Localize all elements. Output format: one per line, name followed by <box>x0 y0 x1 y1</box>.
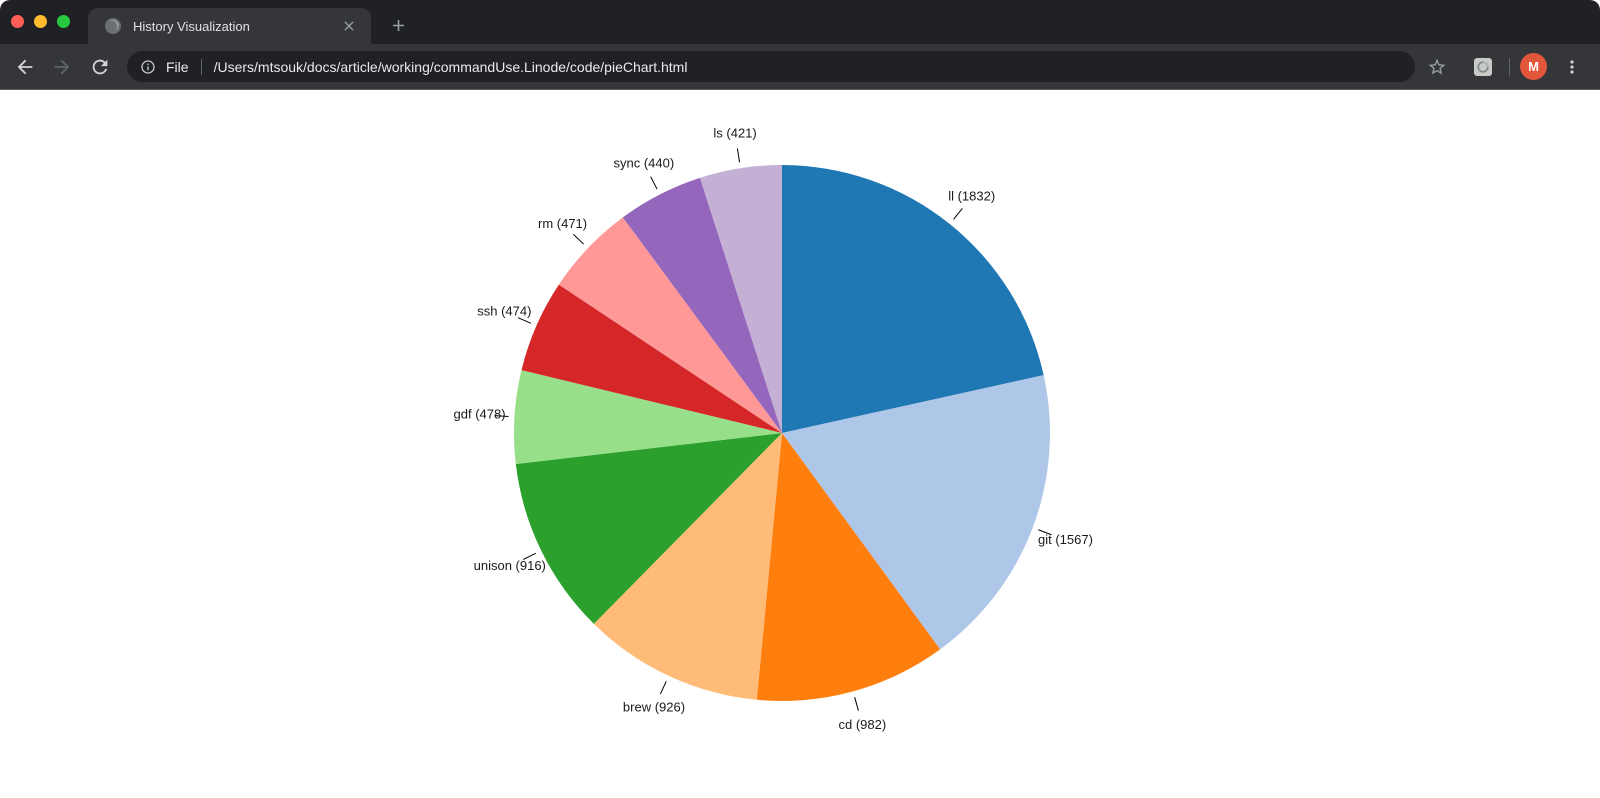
reload-button[interactable] <box>89 56 111 78</box>
profile-avatar[interactable]: M <box>1520 53 1547 80</box>
kebab-menu-icon <box>1562 57 1582 77</box>
slice-label-unison: unison (916) <box>474 558 546 573</box>
browser-toolbar: File /Users/mtsouk/docs/article/working/… <box>0 44 1600 90</box>
minimize-window-button[interactable] <box>34 15 47 28</box>
slice-label-ll: ll (1832) <box>948 189 995 204</box>
page-content: ll (1832) git (1567) cd (982) brew (926) uni… <box>0 90 1600 793</box>
bookmark-star-icon[interactable] <box>1427 57 1447 77</box>
slice-label-brew: brew (926) <box>623 700 685 715</box>
arrow-right-icon <box>51 56 73 78</box>
browser-tab[interactable]: History Visualization <box>88 8 371 44</box>
label-tick-brew <box>660 681 666 694</box>
slice-label-ssh: ssh (474) <box>477 304 531 319</box>
toolbar-separator <box>1509 58 1510 76</box>
url-separator <box>201 59 202 75</box>
slice-label-rm: rm (471) <box>538 216 587 231</box>
label-tick-ll <box>954 208 963 219</box>
url-path-text: /Users/mtsouk/docs/article/working/comma… <box>214 59 688 75</box>
browser-window: History Visualization <box>0 0 1600 793</box>
new-tab-button[interactable] <box>384 11 412 39</box>
arrow-left-icon <box>14 56 36 78</box>
pie-chart: ll (1832) git (1567) cd (982) brew (926) uni… <box>0 90 1600 793</box>
slice-label-sync: sync (440) <box>613 155 674 170</box>
window-controls <box>11 15 70 28</box>
back-button[interactable] <box>14 56 36 78</box>
refresh-icon <box>89 56 111 78</box>
zoom-window-button[interactable] <box>57 15 70 28</box>
browser-menu-button[interactable] <box>1562 57 1582 77</box>
extension-glyph-icon <box>1476 60 1490 74</box>
slice-label-ls: ls (421) <box>713 126 756 141</box>
slice-label-gdf: gdf (478) <box>454 407 506 422</box>
extension-icon[interactable] <box>1474 58 1492 76</box>
label-tick-rm <box>573 234 583 244</box>
forward-button[interactable] <box>51 56 73 78</box>
label-tick-cd <box>855 697 859 711</box>
url-scheme-label: File <box>166 59 189 75</box>
label-tick-ls <box>737 148 739 162</box>
tab-bar: History Visualization <box>0 0 1600 44</box>
slice-label-git: git (1567) <box>1038 532 1093 547</box>
close-tab-icon[interactable] <box>341 18 357 34</box>
plus-icon <box>389 16 408 35</box>
slice-label-cd: cd (982) <box>839 717 887 732</box>
page-info-icon[interactable] <box>140 59 156 75</box>
label-tick-sync <box>651 177 657 189</box>
close-window-button[interactable] <box>11 15 24 28</box>
tab-title: History Visualization <box>133 19 341 34</box>
address-bar[interactable]: File /Users/mtsouk/docs/article/working/… <box>127 51 1415 82</box>
favicon-globe-icon <box>105 18 121 34</box>
avatar-initial: M <box>1528 59 1539 74</box>
